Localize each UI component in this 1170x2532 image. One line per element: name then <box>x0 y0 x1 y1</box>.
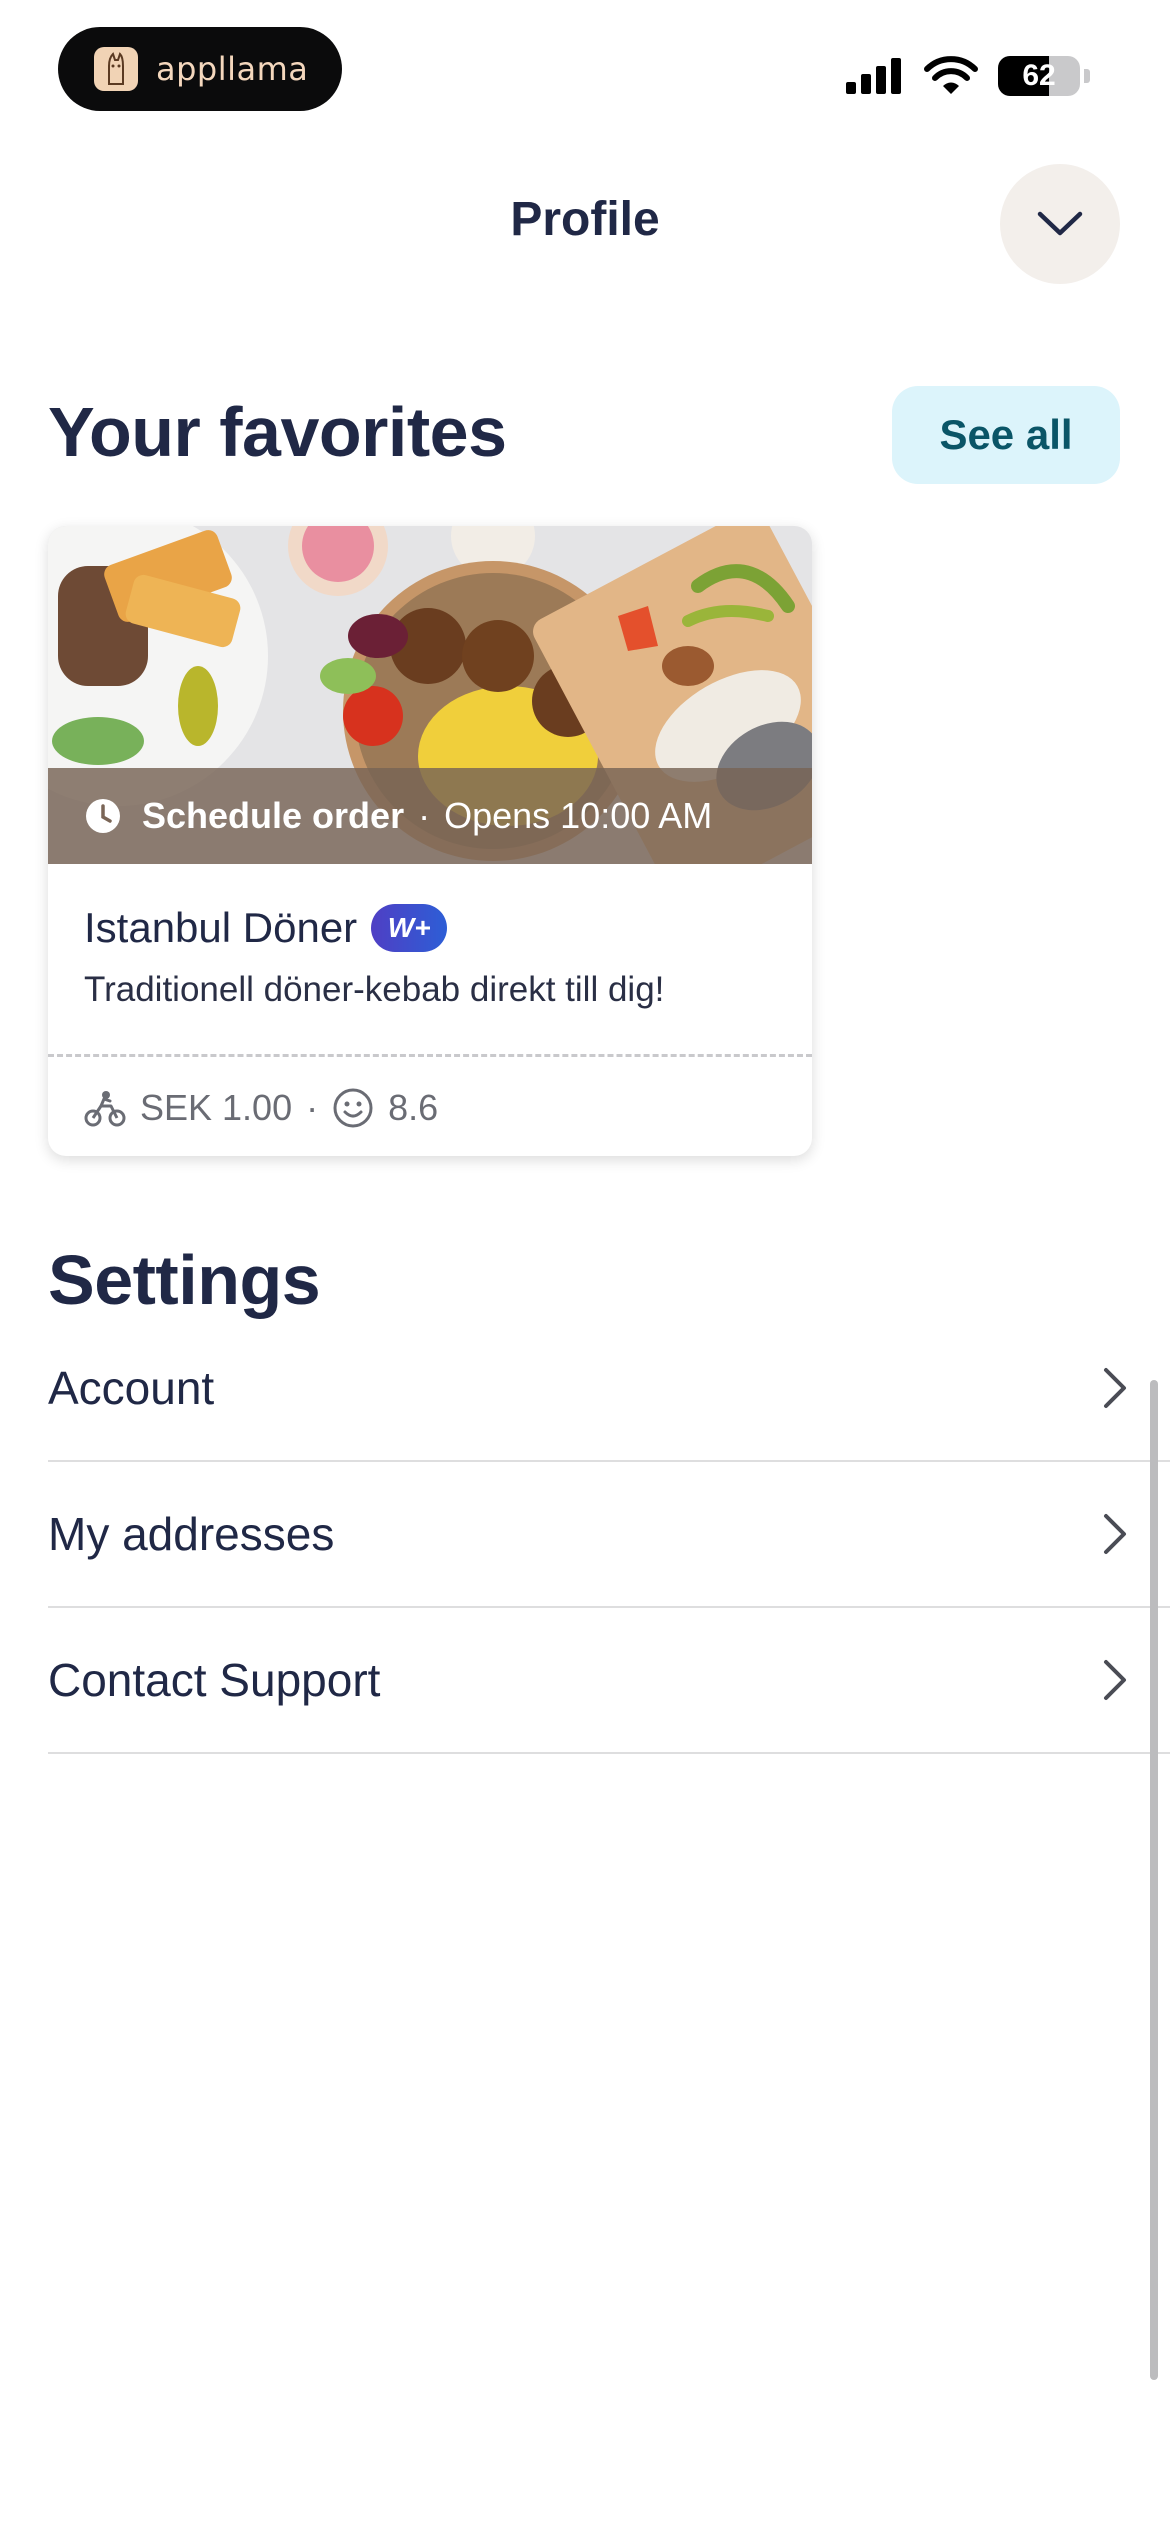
chevron-right-icon <box>1104 1514 1126 1554</box>
clock-icon <box>86 799 120 833</box>
settings-list: Account My addresses Contact Support <box>48 1316 1170 1754</box>
cellular-signal-icon <box>846 58 901 94</box>
chevron-right-icon <box>1104 1660 1126 1700</box>
schedule-bar: Schedule order · Opens 10:00 AM <box>48 768 812 864</box>
favorites-title: Your favorites <box>48 393 507 471</box>
restaurant-name-row: Istanbul Döner W+ <box>84 904 448 952</box>
app-brand-name: appllama <box>156 50 309 88</box>
chevron-down-icon <box>1037 211 1083 236</box>
battery-indicator: 62 <box>998 56 1080 96</box>
battery-tip <box>1084 69 1090 83</box>
status-bar: appllama 62 <box>0 0 1170 140</box>
battery-percent: 62 <box>1022 59 1056 92</box>
settings-item-my-addresses[interactable]: My addresses <box>48 1462 1170 1608</box>
settings-title: Settings <box>48 1241 321 1319</box>
settings-item-account[interactable]: Account <box>48 1316 1170 1462</box>
system-indicators: 62 <box>844 56 1090 96</box>
restaurant-meta: SEK 1.00 · 8.6 <box>84 1082 438 1134</box>
restaurant-name: Istanbul Döner <box>84 904 358 951</box>
app-pill[interactable]: appllama <box>58 27 342 111</box>
card-divider <box>48 1054 812 1057</box>
settings-item-label: My addresses <box>48 1508 335 1560</box>
restaurant-card[interactable]: Schedule order · Opens 10:00 AM Istanbul… <box>48 526 812 1156</box>
delivery-fee: SEK 1.00 <box>140 1087 293 1128</box>
smiley-rating-icon <box>333 1088 373 1128</box>
settings-item-label: Contact Support <box>48 1654 381 1706</box>
chevron-right-icon <box>1104 1368 1126 1408</box>
scrollbar[interactable] <box>1150 1380 1158 2380</box>
bike-courier-icon <box>84 1091 126 1127</box>
see-all-button[interactable]: See all <box>892 386 1120 484</box>
settings-item-contact-support[interactable]: Contact Support <box>48 1608 1170 1754</box>
schedule-separator: · <box>418 795 431 836</box>
opening-time: Opens 10:00 AM <box>444 795 713 836</box>
meta-separator: · <box>306 1087 319 1128</box>
settings-item-label: Account <box>48 1362 215 1414</box>
schedule-order-label: Schedule order <box>142 795 405 836</box>
collapse-button[interactable] <box>1000 164 1120 284</box>
page-title: Profile <box>510 193 660 246</box>
restaurant-image: Schedule order · Opens 10:00 AM <box>48 526 812 864</box>
wolt-plus-badge: W+ <box>371 904 448 952</box>
restaurant-description: Traditionell döner-kebab direkt till dig… <box>84 970 665 1009</box>
rating-value: 8.6 <box>388 1087 439 1128</box>
wifi-icon <box>924 56 978 94</box>
llama-logo-icon <box>94 47 138 91</box>
